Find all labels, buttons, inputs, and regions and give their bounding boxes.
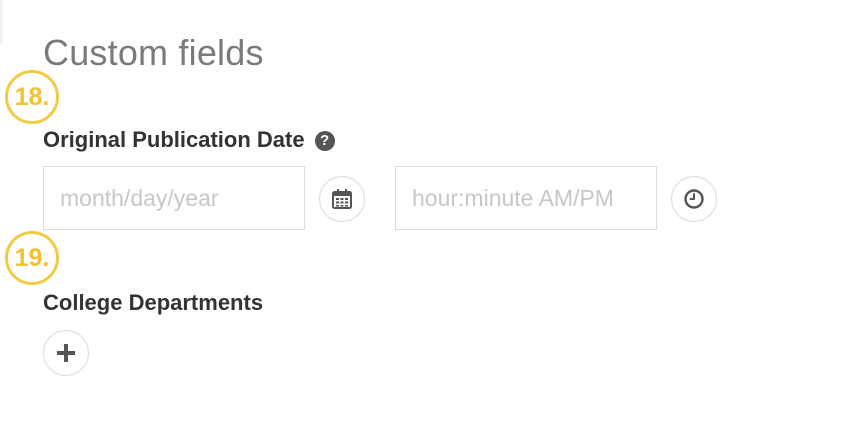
college-departments-label: College Departments <box>43 290 264 315</box>
step-badge-18: 18. <box>5 70 59 124</box>
time-input[interactable] <box>395 166 657 230</box>
clock-icon <box>684 189 704 209</box>
calendar-icon <box>332 189 352 209</box>
calendar-button[interactable] <box>319 176 365 222</box>
step-badge-19: 19. <box>5 231 59 285</box>
clock-button[interactable] <box>671 176 717 222</box>
left-edge-divider <box>0 0 3 44</box>
add-department-button[interactable] <box>43 330 89 376</box>
question-circle-icon[interactable]: ? <box>314 131 335 151</box>
plus-icon <box>57 344 75 362</box>
section-title: Custom fields <box>43 32 264 73</box>
publication-date-label-text: Original Publication Date <box>43 127 305 152</box>
date-input[interactable] <box>43 166 305 230</box>
publication-date-label: Original Publication Date? <box>43 127 335 153</box>
